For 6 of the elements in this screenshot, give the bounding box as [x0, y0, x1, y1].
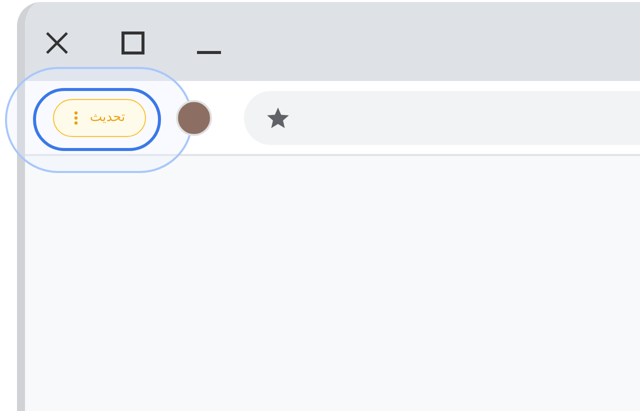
avatar[interactable] — [176, 100, 212, 136]
close-icon[interactable] — [45, 30, 69, 54]
more-icon — [74, 110, 78, 124]
update-button[interactable]: تحديث — [53, 98, 146, 136]
star-icon — [266, 106, 290, 130]
maximize-icon[interactable] — [121, 30, 145, 54]
